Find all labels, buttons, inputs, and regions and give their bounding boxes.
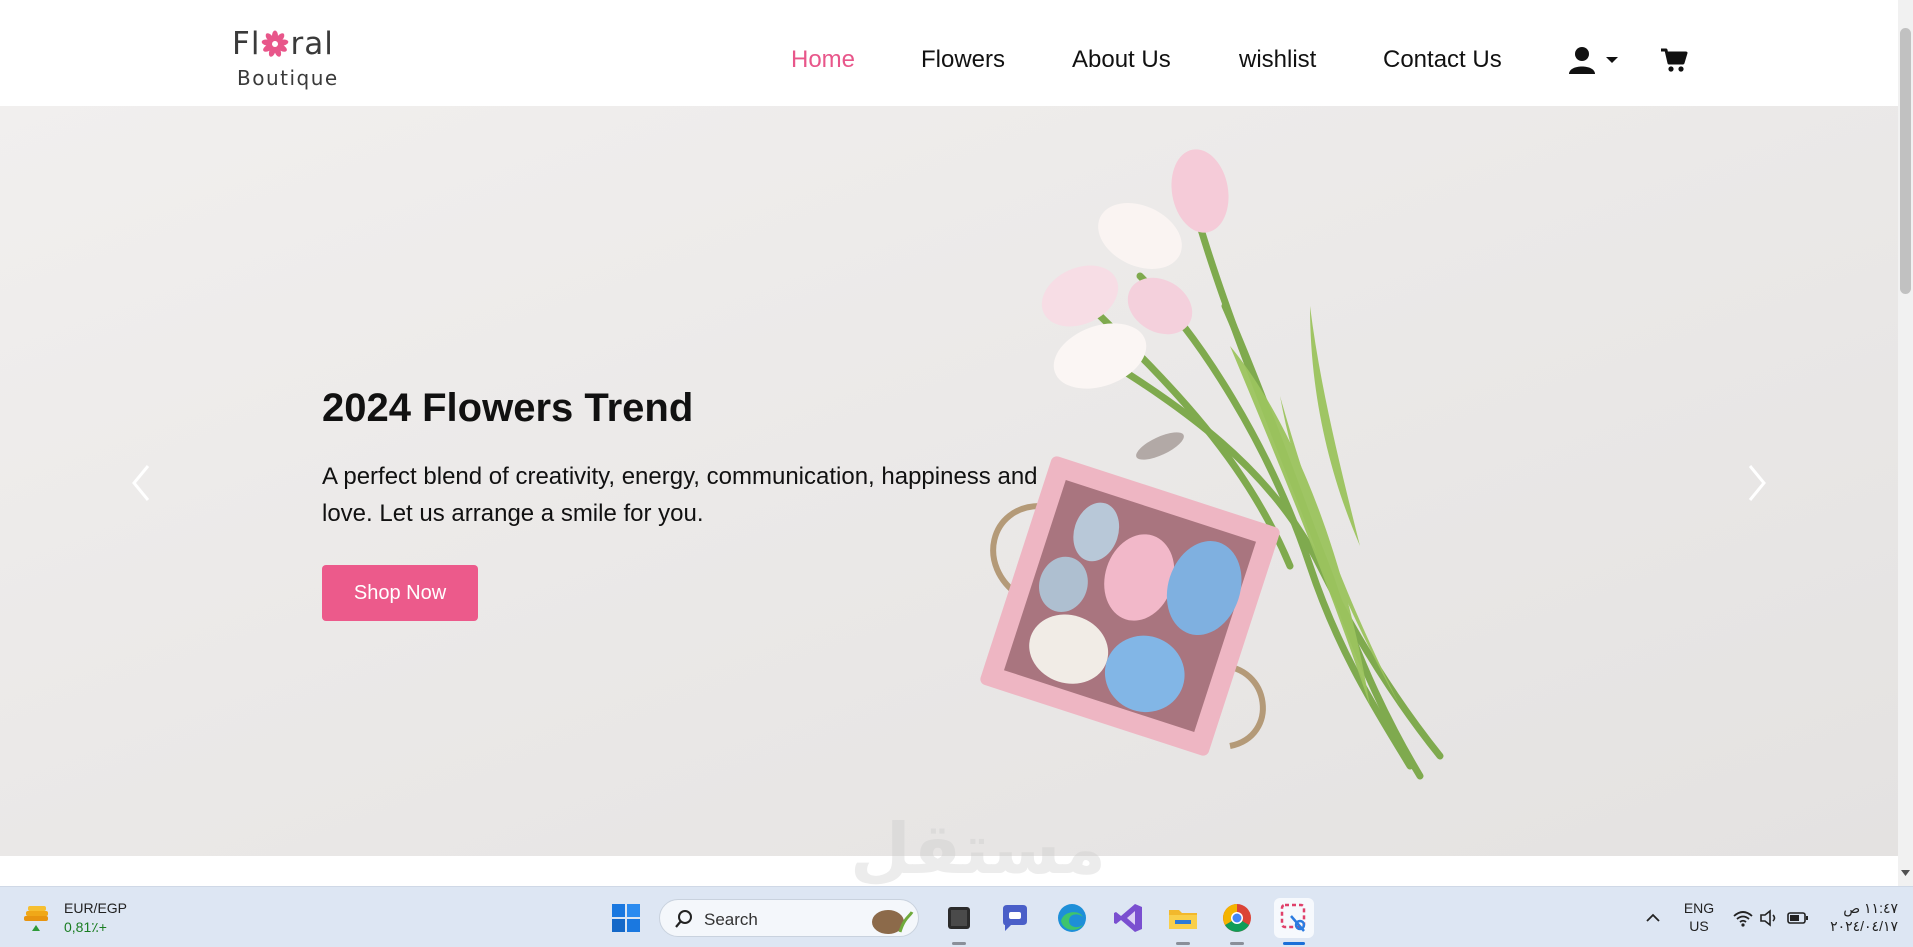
flower-logo-icon bbox=[262, 30, 289, 57]
taskbar-search-input[interactable]: Search bbox=[659, 899, 919, 937]
scroll-down-arrow-icon[interactable] bbox=[1901, 868, 1910, 878]
taskbar-app-terminal[interactable] bbox=[942, 901, 976, 935]
chat-icon bbox=[1003, 905, 1027, 931]
snipping-tool-icon bbox=[1280, 903, 1306, 932]
taskbar-app-edge[interactable] bbox=[1055, 901, 1089, 935]
nav-flowers[interactable]: Flowers bbox=[921, 46, 1005, 74]
hero-title: 2024 Flowers Trend bbox=[322, 386, 694, 430]
carousel-next-button[interactable] bbox=[1742, 460, 1772, 506]
file-explorer-icon bbox=[1169, 910, 1197, 929]
page-scrollbar[interactable] bbox=[1898, 0, 1913, 886]
user-menu-button[interactable] bbox=[1568, 46, 1624, 76]
nav-about-us[interactable]: About Us bbox=[1072, 46, 1171, 74]
app-running-indicator bbox=[952, 942, 966, 945]
carousel-prev-button[interactable] bbox=[126, 460, 156, 506]
chevron-left-icon bbox=[132, 465, 150, 501]
chevron-right-icon bbox=[1748, 465, 1766, 501]
search-icon bbox=[675, 910, 692, 928]
taskbar-clock[interactable]: ١١:٤٧ ص ٢٠٢٤/٠٤/١٧ bbox=[1828, 899, 1898, 935]
app-running-indicator bbox=[1230, 942, 1244, 945]
site-header: Fl ral Boutique Home Flowers About Us wi… bbox=[0, 0, 1895, 106]
search-label: Search bbox=[704, 910, 758, 929]
page-content-below-hero bbox=[0, 856, 1898, 886]
taskbar-app-chrome[interactable] bbox=[1220, 901, 1254, 935]
hero-carousel: 2024 Flowers Trend A perfect blend of cr… bbox=[0, 106, 1898, 856]
scrollbar-thumb[interactable] bbox=[1900, 28, 1911, 294]
hero-description: A perfect blend of creativity, energy, c… bbox=[322, 463, 1038, 527]
taskbar-app-visual-studio[interactable] bbox=[1111, 901, 1145, 935]
shop-now-button[interactable]: Shop Now bbox=[322, 565, 478, 621]
nav-wishlist[interactable]: wishlist bbox=[1239, 46, 1316, 74]
app-active-indicator bbox=[1283, 942, 1305, 945]
floral-boutique-logo[interactable]: Fl ral Boutique bbox=[232, 26, 342, 92]
currency-pair: EUR/EGP bbox=[64, 900, 128, 916]
windows-start-button[interactable] bbox=[609, 901, 643, 935]
taskbar-app-snipping-tool[interactable] bbox=[1274, 898, 1314, 938]
currency-chart-icon bbox=[24, 906, 48, 931]
nav-contact-us[interactable]: Contact Us bbox=[1383, 46, 1502, 74]
nav-home[interactable]: Home bbox=[791, 46, 855, 74]
taskbar-app-chat[interactable] bbox=[998, 901, 1032, 935]
app-running-indicator bbox=[1176, 942, 1190, 945]
currency-change: 0,81٪+ bbox=[64, 919, 107, 935]
user-icon bbox=[1569, 47, 1618, 74]
taskbar-app-file-explorer[interactable] bbox=[1166, 901, 1200, 935]
chrome-icon bbox=[1223, 904, 1251, 932]
tulips-and-easter-eggs-image bbox=[980, 149, 1444, 780]
visual-studio-icon bbox=[1114, 904, 1142, 932]
shopping-cart-icon bbox=[1661, 48, 1688, 72]
logo-wordmark: Fl ral bbox=[232, 26, 334, 62]
volume-icon[interactable] bbox=[1759, 909, 1781, 927]
wifi-icon[interactable] bbox=[1732, 909, 1754, 927]
caret-down-icon bbox=[1606, 57, 1618, 63]
cart-button[interactable] bbox=[1660, 47, 1688, 73]
search-highlight-icon bbox=[872, 910, 914, 934]
logo-subtitle: Boutique bbox=[237, 66, 339, 90]
edge-icon bbox=[1058, 904, 1086, 932]
windows-start-icon bbox=[612, 904, 640, 932]
file-explorer-dark-icon bbox=[948, 907, 970, 929]
battery-icon[interactable] bbox=[1787, 909, 1809, 927]
show-hidden-icons-chevron-up-icon[interactable] bbox=[1644, 909, 1662, 927]
windows-taskbar: EUR/EGP 0,81٪+ Search ENG US ١١:٤٧ ص ٢٠٢… bbox=[0, 886, 1913, 947]
currency-widget[interactable]: EUR/EGP 0,81٪+ bbox=[22, 899, 172, 939]
input-language-indicator[interactable]: ENG US bbox=[1682, 899, 1716, 935]
